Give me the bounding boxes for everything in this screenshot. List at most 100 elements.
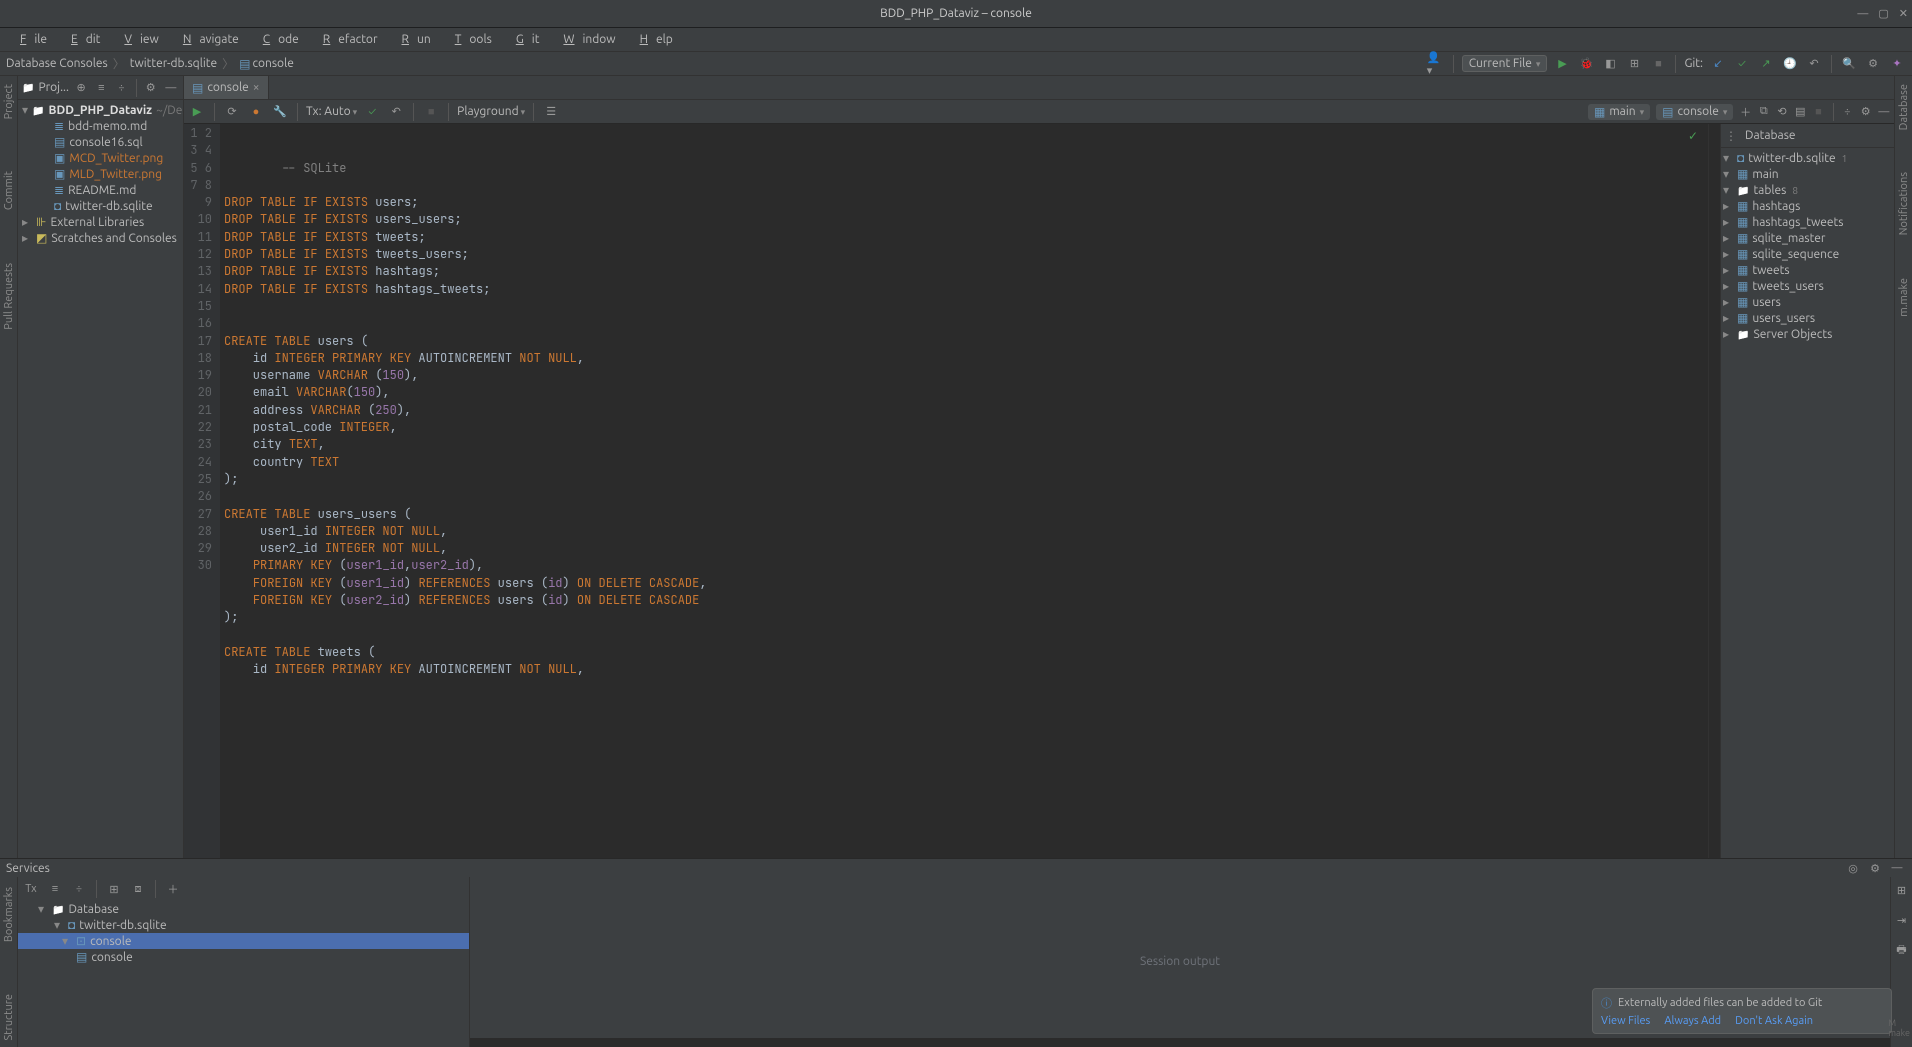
git-history-icon[interactable]: 🕘 — [1781, 55, 1799, 73]
filter-icon[interactable]: ÷ — [1841, 103, 1853, 121]
svc-grid2-icon[interactable]: ⊞ — [1893, 881, 1911, 899]
coverage-icon[interactable]: ◧ — [1601, 55, 1619, 73]
debug-icon[interactable]: 🐞 — [1577, 55, 1595, 73]
minimize-icon[interactable]: — — [1857, 8, 1868, 20]
wrench-icon[interactable]: 🔧 — [271, 103, 289, 121]
editor-tab-console[interactable]: console — [184, 76, 269, 99]
git-branch-icon[interactable]: ↙ — [1709, 55, 1727, 73]
git-push-icon[interactable]: ↗ — [1757, 55, 1775, 73]
services-label[interactable]: Services — [6, 862, 50, 875]
users-icon[interactable]: 👤▾ — [1427, 55, 1445, 73]
svc-add-icon[interactable]: ＋ — [164, 880, 182, 898]
db-table-users_users[interactable]: ▸▦ users_users — [1721, 310, 1894, 326]
database-panel-label[interactable]: Database — [1745, 129, 1890, 142]
menu-code[interactable]: Code — [247, 31, 307, 48]
target-icon[interactable]: ⊕ — [73, 79, 89, 97]
target-console[interactable]: ▤console — [1656, 104, 1733, 120]
external-libraries[interactable]: ▸⊪ External Libraries — [18, 214, 183, 230]
menu-git[interactable]: Git — [500, 31, 548, 48]
project-panel-label[interactable]: Proj... — [38, 81, 69, 94]
svc-database[interactable]: ▾ Database — [18, 901, 469, 917]
menu-view[interactable]: View — [108, 31, 166, 48]
project-file[interactable]: README.md — [18, 182, 183, 198]
db-table-hashtags_tweets[interactable]: ▸▦ hashtags_tweets — [1721, 214, 1894, 230]
close-tab-icon[interactable] — [253, 81, 260, 94]
menu-navigate[interactable]: Navigate — [167, 31, 247, 48]
services-options-icon[interactable]: ◎ — [1844, 859, 1862, 877]
hide-icon[interactable]: — — [163, 79, 179, 97]
db-table-users[interactable]: ▸▦ users — [1721, 294, 1894, 310]
collapse-icon[interactable]: ÷ — [113, 79, 129, 97]
db-tables[interactable]: ▾ tables 8 — [1721, 182, 1894, 198]
cancel-icon[interactable]: ■ — [422, 103, 440, 121]
menu-window[interactable]: Window — [547, 31, 623, 48]
tool-tab-m-make[interactable]: m.make — [1897, 272, 1911, 323]
copy-icon[interactable]: ⧉ — [1758, 103, 1770, 121]
db-main[interactable]: ▾▦ main — [1721, 166, 1894, 182]
svc-grid-icon[interactable]: ⊞ — [105, 880, 123, 898]
target-main[interactable]: ▦main — [1588, 104, 1650, 120]
sync-icon[interactable]: ⟲ — [1776, 103, 1788, 121]
breadcrumb-item[interactable]: twitter-db.sqlite — [130, 57, 217, 70]
db-table-hashtags[interactable]: ▸▦ hashtags — [1721, 198, 1894, 214]
breadcrumb-item[interactable]: Database Consoles — [6, 57, 108, 70]
project-file[interactable]: bdd-memo.md — [18, 118, 183, 134]
svc-expand-icon[interactable]: ≡ — [46, 880, 64, 898]
svc-console-leaf[interactable]: ▤ console — [18, 949, 469, 965]
breadcrumb-item[interactable]: console — [252, 57, 293, 70]
project-file[interactable]: twitter-db.sqlite — [18, 198, 183, 214]
git-rollback-icon[interactable]: ↶ — [1805, 55, 1823, 73]
project-root[interactable]: ▾ BDD_PHP_Dataviz ~/Des — [18, 102, 183, 118]
commit-tx-icon[interactable]: ✓ — [363, 103, 381, 121]
server-objects[interactable]: ▸ Server Objects — [1721, 326, 1894, 342]
ai-icon[interactable]: ✦ — [1888, 55, 1906, 73]
services-settings-icon[interactable]: ⚙ — [1866, 859, 1884, 877]
run-icon[interactable]: ▶ — [1553, 55, 1571, 73]
hide2-icon[interactable]: — — [1878, 103, 1890, 121]
svc-tx-icon[interactable]: Tx — [22, 880, 40, 898]
explain-icon[interactable]: ● — [247, 103, 265, 121]
code-editor[interactable]: -- SQLite DROP TABLE IF EXISTS users; DR… — [220, 124, 1708, 858]
scrollbar[interactable] — [1708, 124, 1720, 858]
settings-icon[interactable]: ⚙ — [143, 79, 159, 97]
ide-settings-icon[interactable]: ⚙ — [1864, 55, 1882, 73]
view-files-link[interactable]: View Files — [1601, 1015, 1650, 1027]
menu-file[interactable]: File — [4, 31, 55, 48]
run-config-combo[interactable]: Current File — [1462, 55, 1548, 72]
git-commit-icon[interactable]: ✓ — [1733, 55, 1751, 73]
tool-tab-project[interactable]: Project — [2, 78, 16, 125]
project-file[interactable]: console16.sql — [18, 134, 183, 150]
view-mode-icon[interactable]: ☰ — [542, 103, 560, 121]
stop-icon[interactable]: ■ — [1649, 55, 1667, 73]
menu-help[interactable]: Help — [624, 31, 681, 48]
gear2-icon[interactable]: ⚙ — [1860, 103, 1872, 121]
tool-tab-pull-requests[interactable]: Pull Requests — [2, 257, 16, 336]
menu-edit[interactable]: Edit — [55, 31, 108, 48]
inspection-ok-icon[interactable] — [1688, 128, 1698, 145]
close-icon[interactable]: ✕ — [1899, 7, 1908, 20]
diagram-icon[interactable]: ▤ — [1794, 103, 1806, 121]
playground[interactable]: Playground — [457, 105, 525, 118]
svc-console-node[interactable]: ▾⊡ console — [18, 933, 469, 949]
menu-run[interactable]: Run — [386, 31, 439, 48]
tool-tab-database[interactable]: Database — [1897, 78, 1911, 136]
maximize-icon[interactable]: ▢ — [1878, 7, 1888, 20]
svc-twitter[interactable]: ▾◘ twitter-db.sqlite — [18, 917, 469, 933]
tx-auto[interactable]: Tx: Auto — [306, 105, 357, 118]
scratches[interactable]: ▸◩ Scratches and Consoles — [18, 230, 183, 246]
db-table-sqlite_sequence[interactable]: ▸▦ sqlite_sequence — [1721, 246, 1894, 262]
menu-tools[interactable]: Tools — [439, 31, 500, 48]
db-root[interactable]: ▾◘ twitter-db.sqlite 1 — [1721, 150, 1894, 166]
new-console-icon[interactable]: ＋ — [1739, 103, 1751, 121]
svc-print-icon[interactable]: 🖶 — [1893, 941, 1911, 959]
tool-tab-notifications[interactable]: Notifications — [1897, 166, 1911, 241]
svc-fit-icon[interactable]: ⧈ — [129, 880, 147, 898]
services-hide-icon[interactable]: — — [1888, 859, 1906, 877]
db-table-tweets[interactable]: ▸▦ tweets — [1721, 262, 1894, 278]
menu-refactor[interactable]: Refactor — [307, 31, 386, 48]
rollback-tx-icon[interactable]: ↶ — [387, 103, 405, 121]
tool-tab-commit[interactable]: Commit — [2, 165, 16, 216]
db-table-tweets_users[interactable]: ▸▦ tweets_users — [1721, 278, 1894, 294]
profile-icon[interactable]: ⊞ — [1625, 55, 1643, 73]
always-add-link[interactable]: Always Add — [1664, 1015, 1721, 1027]
